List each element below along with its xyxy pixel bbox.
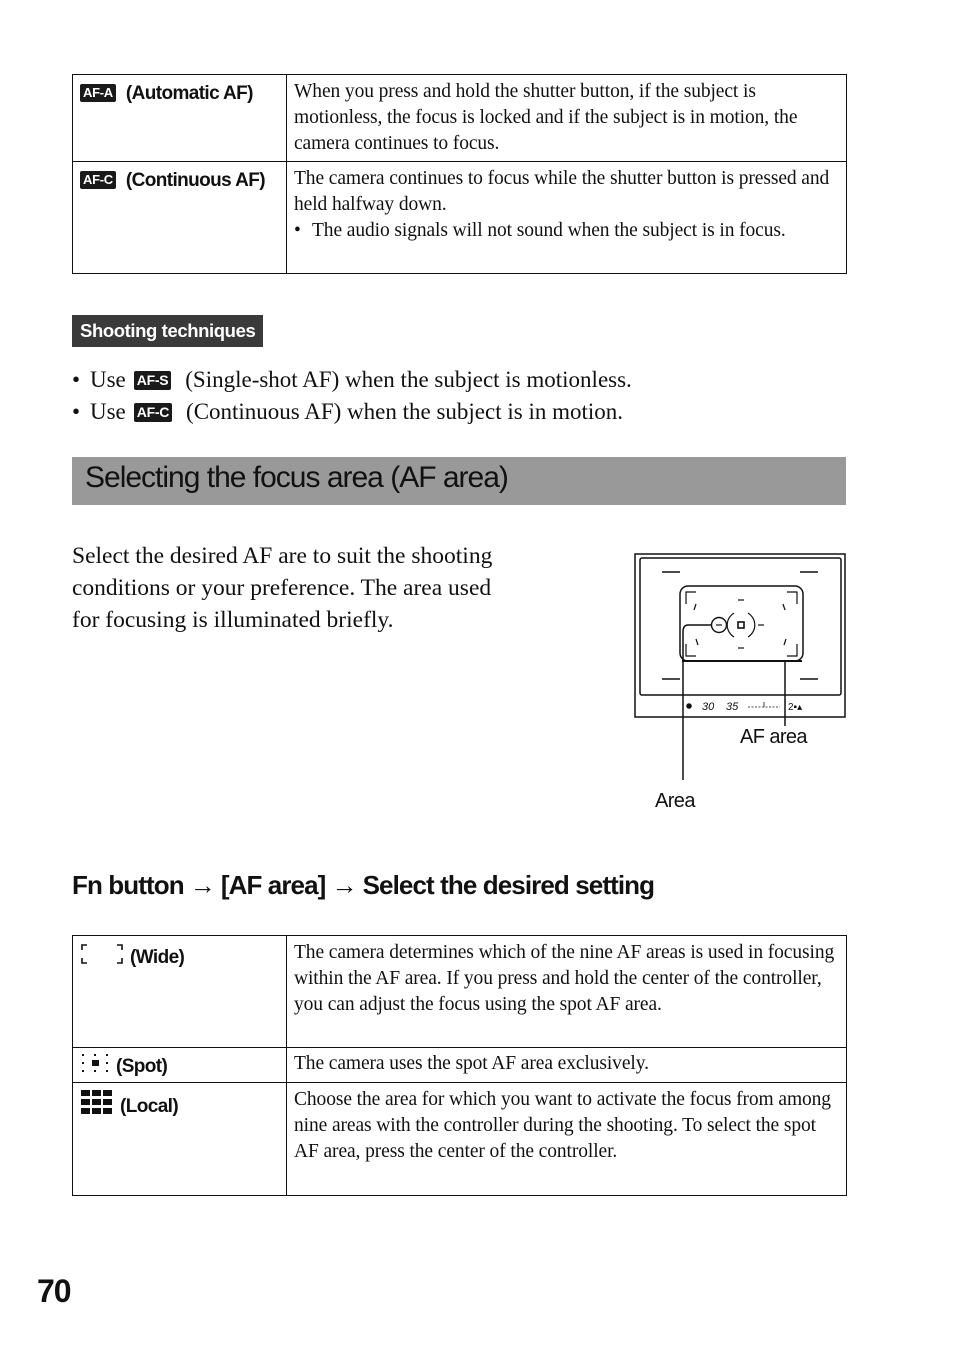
af-a-icon: AF-A [80,84,116,102]
page-number: 70 [37,1273,72,1309]
bullet-icon: • [72,399,81,424]
focus-mode-description: When you press and hold the shutter butt… [286,74,847,162]
focus-mode-label: (Continuous AF) [125,170,266,191]
af-area-table: (Wide) The camera determines which of th… [72,935,847,1196]
section-title: Selecting the focus area (AF area) [85,461,509,494]
tip-text: (Continuous AF) when the subject is in m… [186,399,624,424]
area-callout: Area [655,790,695,812]
af-area-label-cell: (Local) [72,1082,287,1196]
focus-mode-label: (Automatic AF) [125,83,254,104]
viewfinder-inner-frame [639,557,842,696]
readout-shutter: 30 [702,701,715,713]
local-af-icon [81,1090,112,1114]
table-row: (Local) Choose the area for which you wa… [72,1082,847,1196]
bullet-icon: • [294,220,301,241]
spot-af-icon [82,1054,108,1072]
tip-prefix: Use [90,367,126,392]
focus-mode-description: The camera continues to focus while the … [294,168,830,215]
focus-mode-table: AF-A (Automatic AF) When you press and ho… [72,74,847,274]
table-row: (Wide) The camera determines which of th… [72,935,847,1048]
step-part-fn-button: Fn button [72,870,185,900]
af-area-frame [679,585,804,662]
af-area-label-cell: (Wide) [72,935,287,1048]
table-row: (Spot) The camera uses the spot AF area … [72,1047,847,1083]
viewfinder-diagram: 30 35 2▪▴ [634,553,846,780]
shooting-techniques-list: • Use AF-S (Single-shot AF) when the sub… [72,364,632,428]
section-intro: Select the desired AF are to suit the sh… [72,543,493,633]
viewfinder-outer-frame [634,553,846,718]
wide-af-icon [81,944,123,964]
af-s-icon: AF-S [133,370,172,390]
bullet-icon: • [72,367,81,392]
af-area-description: Choose the area for which you want to ac… [286,1082,847,1196]
step-part-af-area: [AF area] [220,870,327,900]
af-area-description: The camera determines which of the nine … [286,935,847,1048]
table-row: AF-A (Automatic AF) When you press and ho… [72,74,847,162]
arrow-right-icon: → [331,870,357,900]
af-c-icon: AF-C [80,171,116,189]
table-row: AF-C (Continuous AF) The camera continues… [72,161,847,274]
step-instruction: Fn button → [AF area] → Select the desired s… [72,870,655,901]
af-c-icon: AF-C [133,402,173,422]
tip-prefix: Use [90,399,126,424]
spot-af-point [737,621,745,629]
af-area-description: The camera uses the spot AF area exclusi… [286,1047,847,1083]
note-bullet: • The audio signals will not sound when … [294,218,838,244]
note-text: The audio signals will not sound when th… [312,220,786,241]
af-area-label: (Spot) [116,1056,168,1077]
af-area-label-cell: (Spot) [72,1047,287,1083]
readout-aperture: 35 [726,701,739,713]
af-area-label: (Local) [120,1096,179,1117]
list-item: • Use AF-S (Single-shot AF) when the sub… [72,364,632,396]
shooting-techniques-tag: Shooting techniques [72,315,264,347]
list-item: • Use AF-C (Continuous AF) when the subj… [72,396,632,428]
step-part-select: Select the desired setting [362,870,655,900]
focus-mode-description-cell: The camera continues to focus while the … [286,161,847,274]
af-area-label: (Wide) [130,947,185,968]
arrow-right-icon: → [189,870,216,900]
tip-text: (Single-shot AF) when the subject is mot… [185,367,632,392]
section-heading-bar: Selecting the focus area (AF area) [72,457,846,505]
focus-mode-label-cell: AF-A (Automatic AF) [72,74,287,162]
af-area-callout: AF area [740,726,808,748]
focus-mode-label-cell: AF-C (Continuous AF) [72,161,287,274]
readout-battery: 2▪▴ [788,702,802,713]
viewfinder-illustration: 30 35 2▪▴ AF area Area [630,548,855,828]
